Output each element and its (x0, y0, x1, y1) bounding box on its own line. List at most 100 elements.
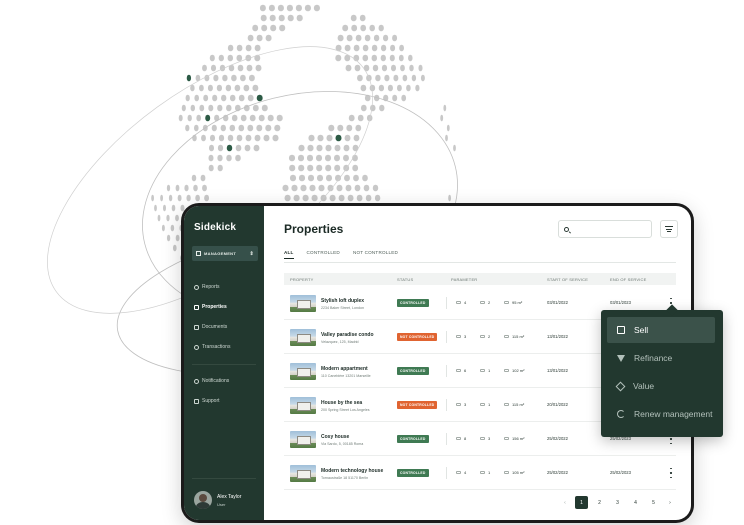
globe-dot (268, 4, 275, 12)
globe-dot (369, 24, 375, 32)
brand-logo: Sidekick (194, 222, 237, 233)
area-icon (504, 437, 509, 440)
menu-item-renew-management[interactable]: Renew management (607, 401, 715, 427)
status-badge: NOT CONTROLLED (397, 401, 438, 409)
globe-dot (374, 194, 381, 202)
filter-icon-line (666, 228, 672, 230)
globe-dot (245, 134, 252, 142)
globe-dot (166, 184, 171, 192)
globe-dot (175, 214, 179, 222)
globe-dot (168, 194, 173, 202)
globe-dot (345, 184, 352, 192)
sidebar-item-properties[interactable]: Properties (194, 304, 227, 310)
tab-not-controlled[interactable]: NOT CONTROLLED (353, 250, 398, 259)
globe-dot (279, 24, 286, 32)
tab-controlled[interactable]: CONTROLLED (307, 250, 340, 259)
globe-dot (240, 74, 246, 82)
globe-dot (177, 194, 182, 202)
globe-dot (298, 174, 306, 182)
globe-dot (253, 144, 260, 152)
property-name[interactable]: House by the sea (321, 400, 362, 406)
property-name[interactable]: Cosy house (321, 434, 349, 440)
bathrooms: 1 (480, 470, 490, 475)
globe-dot (381, 64, 388, 72)
column-header-start[interactable]: START OF SERVICE (547, 277, 588, 282)
page-2[interactable]: 2 (593, 496, 606, 509)
menu-item-label: Sell (634, 325, 649, 335)
property-address: 2234 Baker Street, London (321, 306, 364, 310)
bathrooms: 2 (480, 300, 490, 305)
sidebar-item-support[interactable]: Support (194, 398, 220, 404)
filter-icon (665, 225, 673, 227)
column-header-parameter[interactable]: PARAMETER (451, 277, 477, 282)
globe-dot (208, 104, 214, 112)
workspace-select[interactable]: MANAGEMENT ⇕ (192, 246, 258, 261)
tabs: ALL CONTROLLED NOT CONTROLLED (284, 250, 398, 259)
globe-dot (360, 24, 367, 32)
globe-dot (212, 94, 218, 102)
bathrooms-value: 1 (488, 402, 491, 407)
user-profile[interactable]: Alex Taylor User (194, 491, 241, 509)
globe-dot (347, 194, 354, 202)
globe-dot (193, 184, 198, 192)
globe-dot (194, 124, 199, 132)
sidebar: Sidekick MANAGEMENT ⇕ Reports Properties… (184, 206, 264, 520)
search-input[interactable] (572, 226, 651, 232)
globe-dot (166, 214, 170, 222)
property-name[interactable]: Stylish loft duplex (321, 298, 364, 304)
globe-dot (353, 44, 360, 52)
property-name[interactable]: Valley paradise condo (321, 332, 374, 338)
search-icon (564, 226, 569, 232)
column-header-property[interactable]: PROPERTY (290, 277, 314, 282)
globe-dot (334, 144, 341, 152)
page-3[interactable]: 3 (611, 496, 624, 509)
page-1[interactable]: 1 (575, 496, 588, 509)
reports-icon (194, 284, 199, 290)
globe-dot (236, 134, 243, 142)
filter-button[interactable] (660, 220, 678, 238)
property-address: Velazquez, 125, Madrid (321, 340, 359, 344)
globe-dot (217, 144, 224, 152)
globe-dot (326, 134, 333, 142)
sidebar-item-reports[interactable]: Reports (194, 284, 220, 290)
sidebar-item-transactions[interactable]: Transactions (194, 344, 230, 350)
page-4[interactable]: 4 (629, 496, 642, 509)
page-5[interactable]: 5 (647, 496, 660, 509)
pagination-next[interactable]: › (665, 500, 675, 506)
column-header-status[interactable]: STATUS (397, 277, 413, 282)
area-value: 115 m² (512, 402, 525, 407)
globe-dot (227, 44, 234, 52)
search-box[interactable] (558, 220, 652, 238)
menu-item-refinance[interactable]: Refinance (607, 345, 715, 371)
bathrooms-value: 1 (488, 368, 491, 373)
globe-dot (252, 104, 259, 112)
globe-dot (355, 34, 362, 42)
sidebar-item-documents[interactable]: Documents (194, 324, 227, 330)
property-photo (290, 329, 316, 346)
area: 102 m² (504, 368, 524, 373)
globe-dot (208, 164, 214, 172)
property-name[interactable]: Modern appartment (321, 366, 368, 372)
globe-dot (315, 154, 323, 162)
globe-dot (238, 124, 245, 132)
tab-all[interactable]: ALL (284, 250, 294, 259)
globe-dot (278, 14, 285, 22)
globe-dot (214, 114, 220, 122)
pagination-prev[interactable]: ‹ (560, 500, 570, 506)
table-row[interactable]: Modern technology house Tornaustraße 18 5… (284, 456, 676, 490)
globe-dot (379, 104, 385, 112)
menu-item-value[interactable]: Value (607, 373, 715, 399)
globe-dot (270, 24, 277, 32)
menu-item-sell[interactable]: Sell (607, 317, 715, 343)
column-header-end[interactable]: END OF SERVICE (610, 277, 647, 282)
globe-dot (151, 194, 155, 202)
globe-dot (392, 94, 398, 102)
globe-dot (338, 194, 345, 202)
property-address: Via Sardo, 5, 00185 Roma (321, 442, 364, 446)
more-actions-icon[interactable] (669, 468, 673, 478)
tabs-divider (284, 262, 676, 263)
globe-dot (420, 74, 425, 82)
globe-dot (160, 194, 164, 202)
property-name[interactable]: Modern technology house (321, 468, 383, 474)
sidebar-item-notifications[interactable]: Notifications (194, 378, 229, 384)
